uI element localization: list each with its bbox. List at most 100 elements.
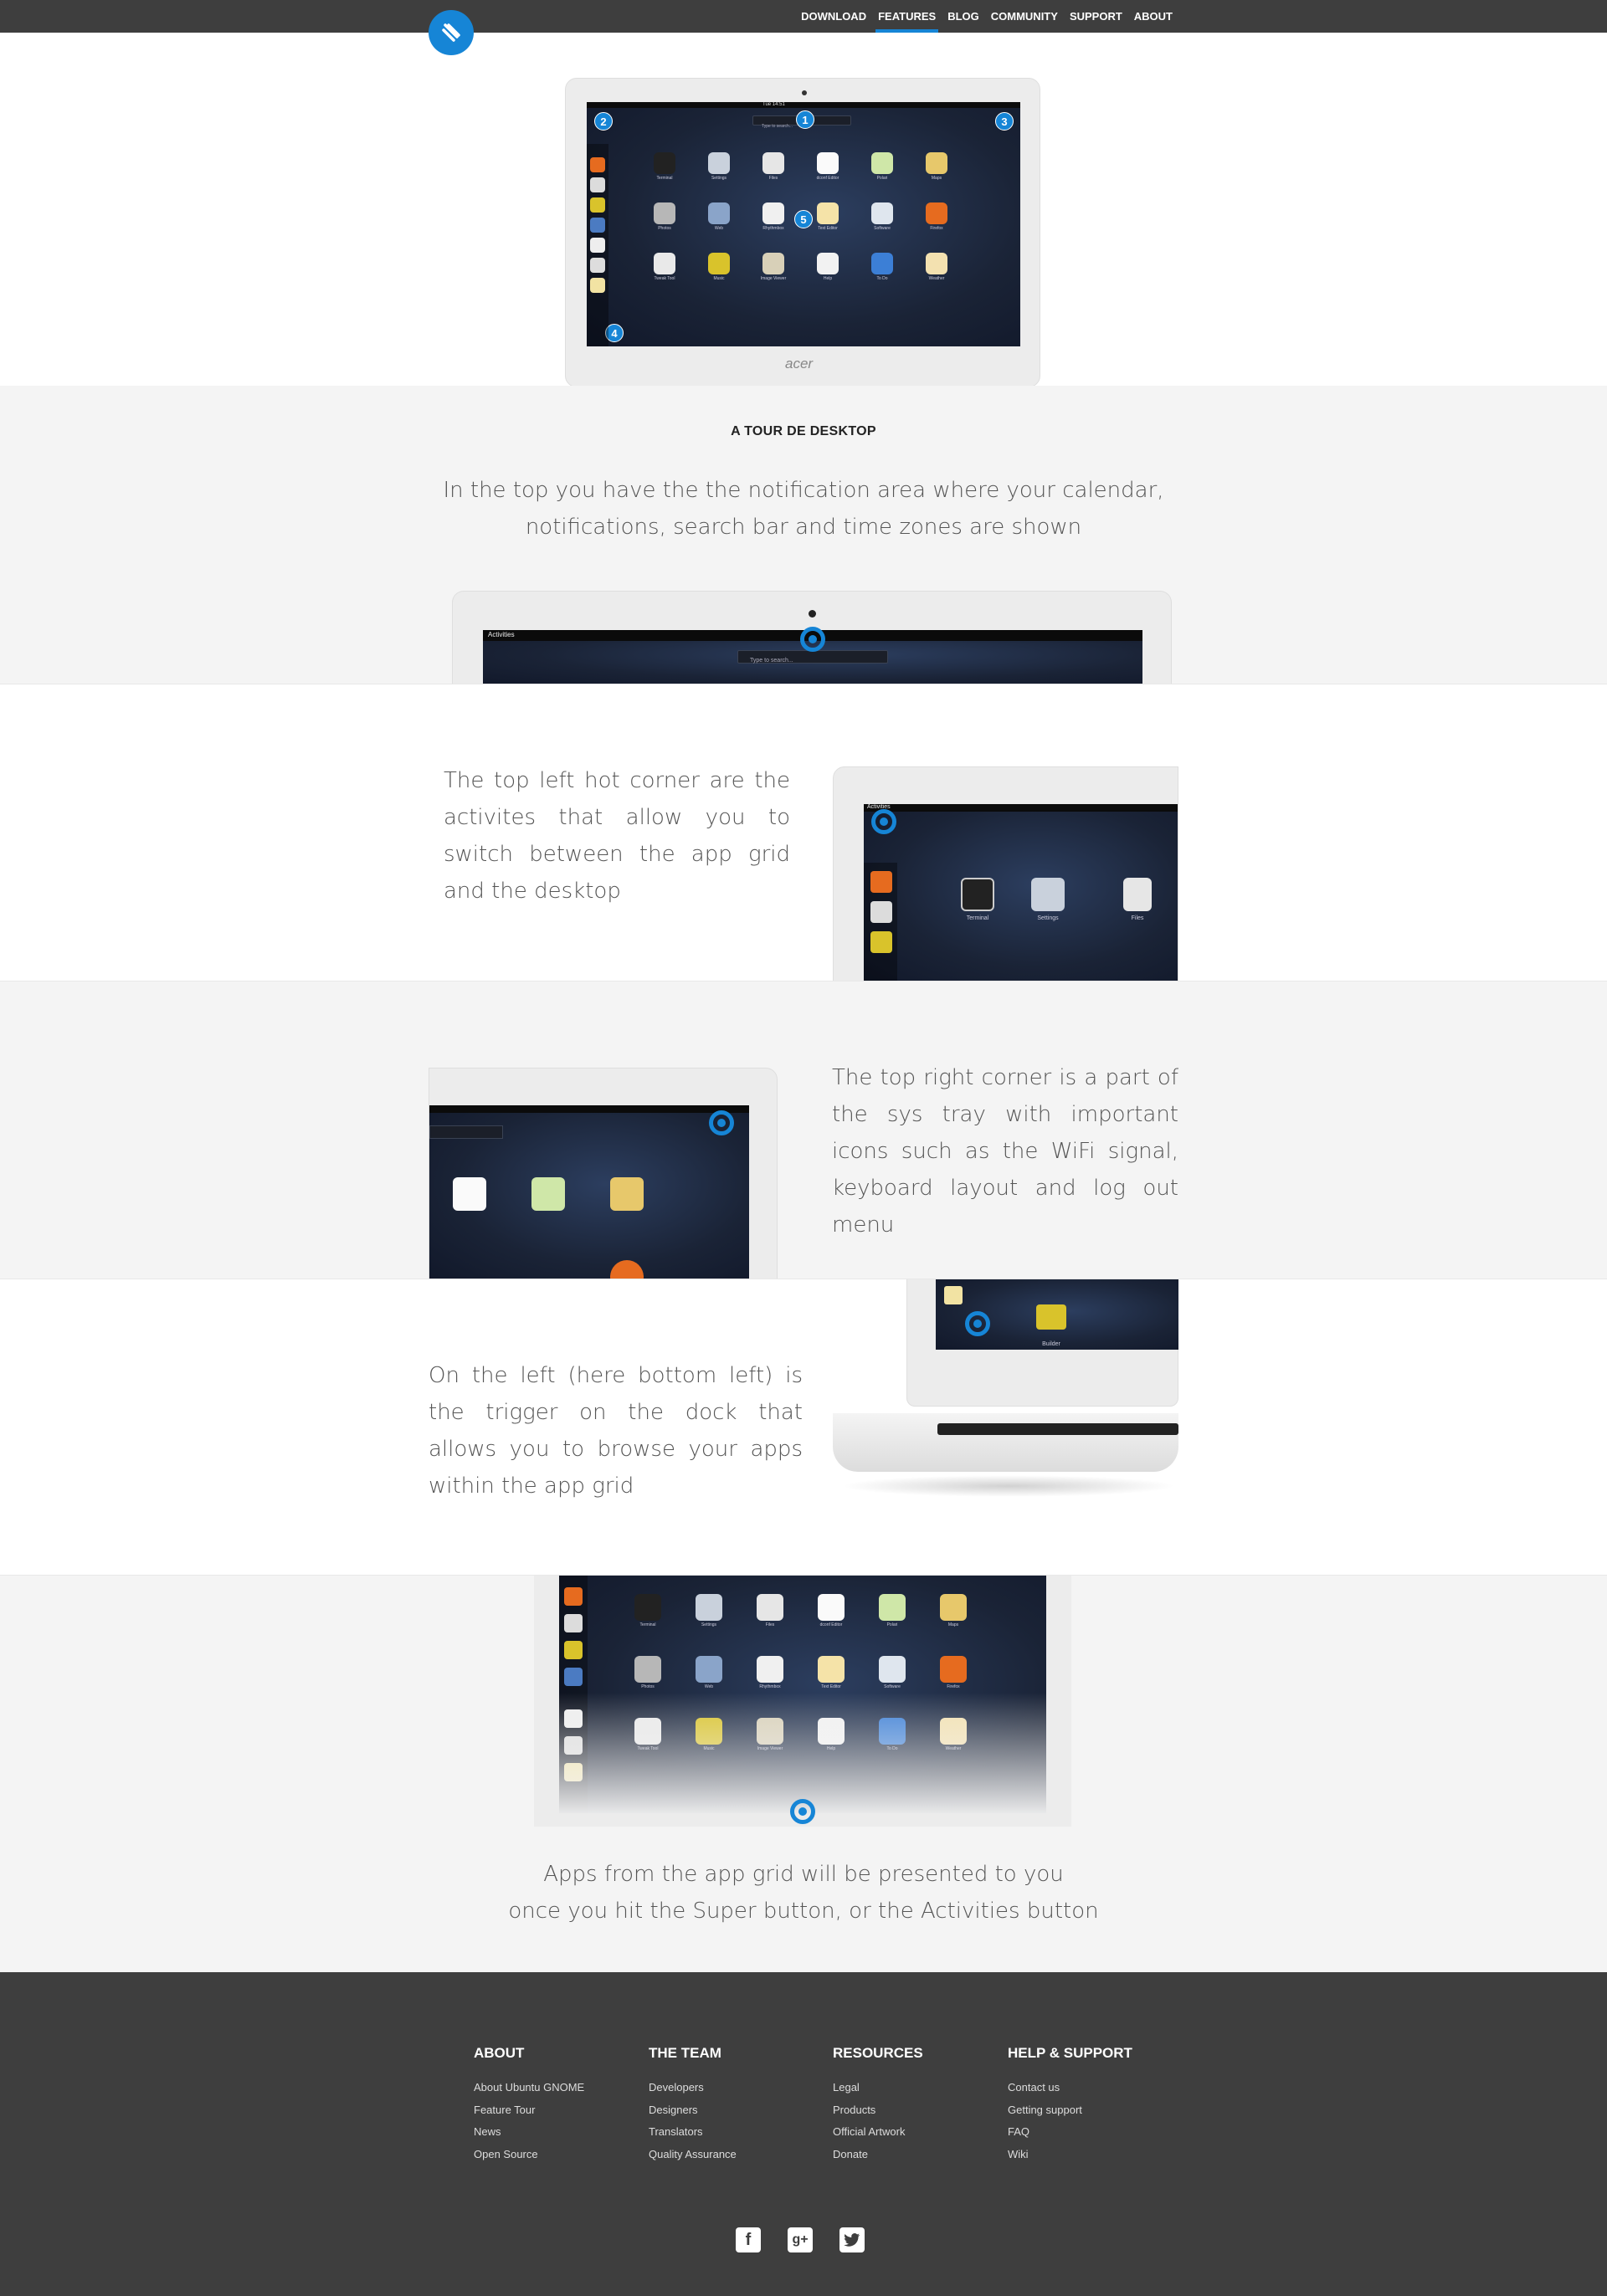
nav-support[interactable]: SUPPORT — [1064, 0, 1128, 33]
tablet-top-crop: Activities Type to search... — [452, 591, 1172, 684]
footer-link[interactable]: Open Source — [474, 2144, 584, 2166]
firefox-app-icon[interactable] — [926, 202, 947, 224]
builder-app-icon[interactable] — [1036, 1304, 1066, 1330]
editor-dock-icon[interactable] — [590, 278, 605, 293]
dconf-editor-app-icon[interactable] — [818, 1594, 845, 1621]
files-dock-icon[interactable] — [870, 901, 892, 923]
app-label: Rhythmbox — [762, 226, 784, 231]
footer-col-title: RESOURCES — [833, 2045, 923, 2061]
terminal-app-icon[interactable] — [634, 1594, 661, 1621]
terminal-app-icon[interactable] — [961, 878, 994, 911]
google-plus-icon[interactable]: g+ — [788, 2227, 813, 2252]
firefox-app-icon[interactable] — [940, 1656, 967, 1683]
footer-link[interactable]: About Ubuntu GNOME — [474, 2077, 584, 2099]
activities-label: Activities — [488, 631, 515, 638]
footer-link[interactable]: Designers — [649, 2099, 737, 2122]
text-editor-app-icon[interactable] — [818, 1656, 845, 1683]
footer-col-about: ABOUT About Ubuntu GNOME Feature Tour Ne… — [474, 2045, 584, 2165]
editor-dock-icon[interactable] — [944, 1286, 963, 1304]
maps-app-icon[interactable] — [926, 152, 947, 174]
app-label: Firefox — [947, 1684, 960, 1689]
search-bar[interactable]: Type to search... — [737, 650, 888, 664]
files-app-icon[interactable] — [762, 152, 784, 174]
ubuntu-gnome-logo[interactable] — [429, 10, 474, 55]
app-label: Terminal — [656, 176, 673, 181]
text-editor-app-icon[interactable] — [817, 202, 839, 224]
software-dock-icon[interactable] — [564, 1668, 583, 1686]
software-app-icon[interactable] — [879, 1656, 906, 1683]
footer-link[interactable]: Contact us — [1008, 2077, 1132, 2099]
text-dock-icon[interactable] — [590, 238, 605, 253]
settings-app-icon[interactable] — [708, 152, 730, 174]
settings-app-icon[interactable] — [1031, 878, 1065, 911]
software-dock-icon[interactable] — [590, 218, 605, 233]
footer-link[interactable]: Quality Assurance — [649, 2144, 737, 2166]
footer-link[interactable]: Official Artwork — [833, 2121, 923, 2144]
firefox-app-icon[interactable] — [610, 1260, 644, 1279]
music-app-icon[interactable] — [708, 253, 730, 274]
footer-link[interactable]: Donate — [833, 2144, 923, 2166]
tweak-tool-app-icon[interactable] — [654, 253, 675, 274]
music-dock-icon[interactable] — [564, 1641, 583, 1659]
firefox-dock-icon[interactable] — [870, 871, 892, 893]
footer-link[interactable]: Feature Tour — [474, 2099, 584, 2122]
app-label: Photos — [641, 1684, 655, 1689]
polari-app-icon[interactable] — [871, 152, 893, 174]
nav-about[interactable]: ABOUT — [1128, 0, 1178, 33]
dconf-editor-app-icon[interactable] — [817, 152, 839, 174]
weather-app-icon[interactable] — [926, 253, 947, 274]
help-app-icon[interactable] — [817, 253, 839, 274]
polari-app-icon[interactable] — [879, 1594, 906, 1621]
photos-app-icon[interactable] — [654, 202, 675, 224]
nav-blog[interactable]: BLOG — [942, 0, 985, 33]
music-dock-icon[interactable] — [870, 931, 892, 953]
archive-dock-icon[interactable] — [590, 258, 605, 273]
software-app-icon[interactable] — [871, 202, 893, 224]
settings-app-icon[interactable] — [696, 1594, 722, 1621]
terminal-app-icon[interactable] — [654, 152, 675, 174]
camera-icon — [809, 610, 816, 618]
rhythmbox-app-icon[interactable] — [762, 202, 784, 224]
app-label: dconf Editor — [819, 1622, 843, 1627]
files-dock-icon[interactable] — [564, 1614, 583, 1632]
music-dock-icon[interactable] — [590, 197, 605, 213]
web-app-icon[interactable] — [708, 202, 730, 224]
footer-link[interactable]: Getting support — [1008, 2099, 1132, 2122]
hot-corner-ring — [871, 809, 896, 834]
footer-link[interactable]: Products — [833, 2099, 923, 2122]
files-dock-icon[interactable] — [590, 177, 605, 192]
rhythmbox-app-icon[interactable] — [757, 1656, 783, 1683]
to-do-app-icon[interactable] — [871, 253, 893, 274]
footer-link[interactable]: Wiki — [1008, 2144, 1132, 2166]
web-app-icon[interactable] — [696, 1656, 722, 1683]
footer-link[interactable]: Developers — [649, 2077, 737, 2099]
firefox-dock-icon[interactable] — [564, 1587, 583, 1606]
files-app-icon[interactable] — [1123, 878, 1152, 911]
footer-link[interactable]: News — [474, 2121, 584, 2144]
maps-app-icon[interactable] — [610, 1177, 644, 1211]
nav-download[interactable]: DOWNLOAD — [795, 0, 872, 33]
polari-app-icon[interactable] — [531, 1177, 565, 1211]
main-nav: DOWNLOAD FEATURES BLOG COMMUNITY SUPPORT… — [795, 0, 1178, 33]
nav-community[interactable]: COMMUNITY — [985, 0, 1064, 33]
intro-line-2: notifications, search bar and time zones… — [525, 515, 1082, 540]
maps-app-icon[interactable] — [940, 1594, 967, 1621]
tour-intro-section: A TOUR DE DESKTOP In the top you have th… — [0, 386, 1607, 684]
tablet-topright-crop — [429, 1068, 778, 1279]
app-label: Text Editor — [818, 226, 838, 231]
app-label: Software — [884, 1684, 901, 1689]
footer-link[interactable]: Legal — [833, 2077, 923, 2099]
footer-link[interactable]: Translators — [649, 2121, 737, 2144]
systray-screen — [429, 1105, 749, 1279]
search-bar-crop[interactable] — [429, 1125, 503, 1139]
files-app-icon[interactable] — [757, 1594, 783, 1621]
facebook-icon[interactable]: f — [736, 2227, 761, 2252]
dconf-editor-app-icon[interactable] — [453, 1177, 486, 1211]
nav-features[interactable]: FEATURES — [872, 0, 942, 33]
laptop-base — [833, 1413, 1178, 1472]
firefox-dock-icon[interactable] — [590, 157, 605, 172]
image-viewer-app-icon[interactable] — [762, 253, 784, 274]
photos-app-icon[interactable] — [634, 1656, 661, 1683]
twitter-icon[interactable] — [839, 2227, 865, 2252]
footer-link[interactable]: FAQ — [1008, 2121, 1132, 2144]
